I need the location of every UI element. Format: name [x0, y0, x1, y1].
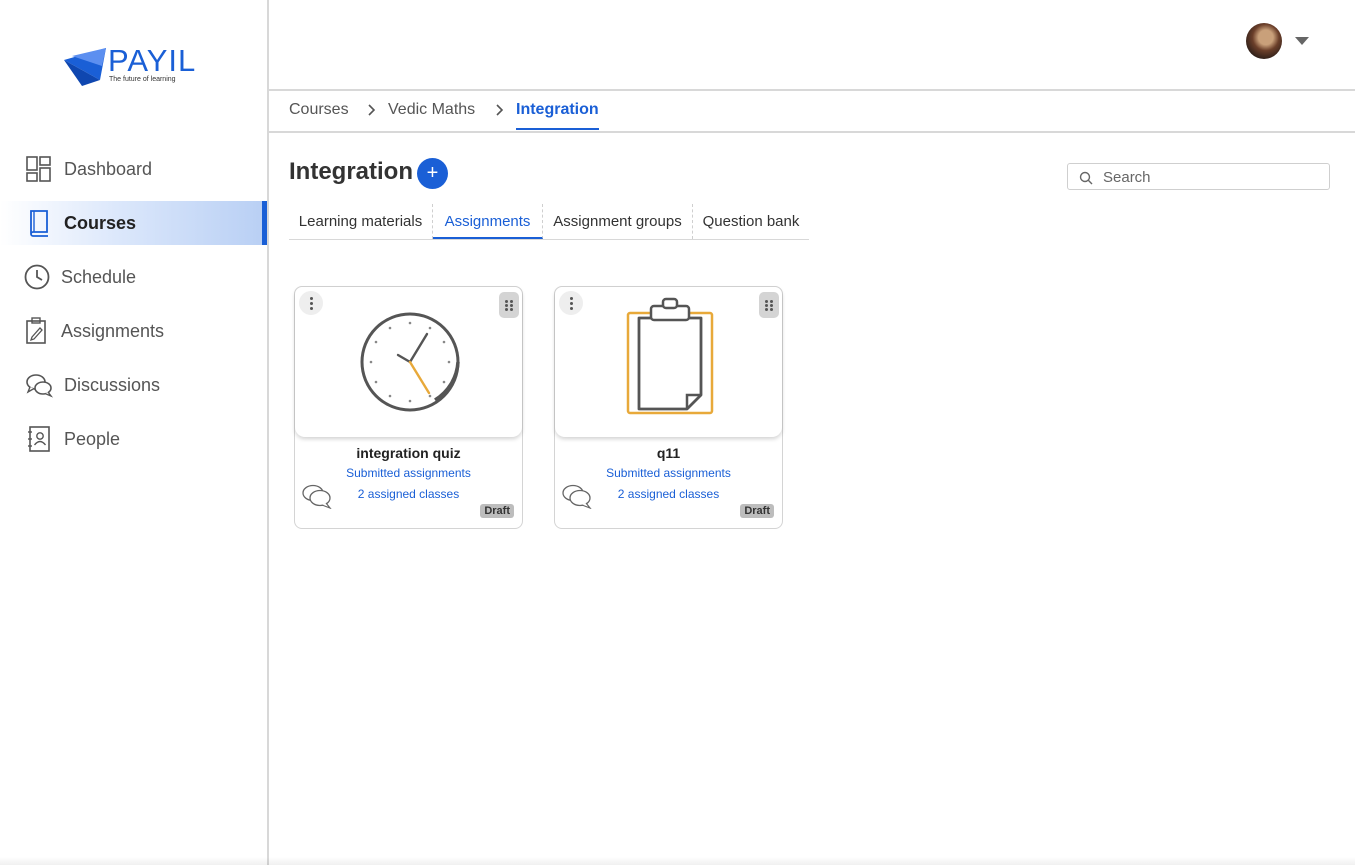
search-input[interactable]: [1101, 167, 1325, 188]
book-icon: [30, 210, 48, 237]
sidebar-item-label: Discussions: [64, 374, 161, 395]
more-options-button[interactable]: [559, 291, 583, 315]
submitted-assignments-link[interactable]: Submitted assignments: [555, 466, 782, 480]
tab-learning-materials[interactable]: Learning materials: [289, 204, 433, 239]
breadcrumb-integration[interactable]: Integration: [516, 101, 599, 130]
caret-down-icon[interactable]: [1295, 37, 1309, 45]
sidebar: PAYIL The future of learning Dashboard C…: [0, 0, 269, 865]
search-icon: [1079, 171, 1093, 185]
top-bar: [269, 0, 1355, 91]
tab-bar: Learning materials Assignments Assignmen…: [289, 204, 809, 240]
clipboard-illustration-icon: [626, 297, 714, 415]
card-title[interactable]: q11: [555, 445, 782, 461]
clock-illustration-icon: [360, 312, 460, 412]
submitted-assignments-link[interactable]: Submitted assignments: [295, 466, 522, 480]
sidebar-item-label: Courses: [64, 212, 137, 233]
status-badge: Draft: [480, 504, 514, 518]
assignment-card[interactable]: integration quiz Submitted assignments 2…: [294, 286, 523, 529]
sidebar-item-schedule[interactable]: Schedule: [0, 255, 267, 299]
drag-handle-icon[interactable]: [759, 292, 779, 318]
breadcrumb-vedic-maths[interactable]: Vedic Maths: [388, 101, 475, 119]
sidebar-item-label: Schedule: [61, 266, 137, 287]
sidebar-item-discussions[interactable]: Discussions: [0, 363, 267, 407]
drag-handle-icon[interactable]: [499, 292, 519, 318]
logo-wordmark: PAYIL: [108, 43, 197, 78]
card-title[interactable]: integration quiz: [295, 445, 522, 461]
dashboard-grid-icon: [26, 156, 51, 182]
sidebar-item-label: Assignments: [61, 320, 165, 341]
page-title: Integration: [289, 158, 413, 185]
sidebar-item-people[interactable]: People: [0, 417, 267, 461]
card-thumbnail: [295, 287, 522, 437]
window-bottom-edge: [0, 857, 1355, 865]
clock-icon: [24, 264, 50, 290]
clipboard-pencil-icon: [26, 317, 46, 344]
chevron-right-icon: [496, 104, 504, 116]
sidebar-item-courses[interactable]: Courses: [0, 201, 267, 245]
tab-assignments[interactable]: Assignments: [433, 204, 543, 239]
chevron-right-icon: [368, 104, 376, 116]
assignment-card[interactable]: q11 Submitted assignments 2 assigned cla…: [554, 286, 783, 529]
add-button[interactable]: +: [417, 158, 448, 189]
breadcrumb: Courses Vedic Maths Integration: [269, 90, 1355, 133]
sidebar-item-assignments[interactable]: Assignments: [0, 309, 267, 353]
sidebar-item-label: Dashboard: [64, 158, 153, 179]
sidebar-nav: Dashboard Courses Schedule Assignments D…: [0, 147, 267, 471]
more-options-button[interactable]: [299, 291, 323, 315]
chat-bubbles-icon[interactable]: [301, 483, 333, 509]
logo-tagline: The future of learning: [109, 76, 176, 83]
contact-book-icon: [28, 426, 50, 452]
sidebar-item-label: People: [64, 428, 121, 449]
chat-bubbles-icon[interactable]: [561, 483, 593, 509]
tab-question-bank[interactable]: Question bank: [693, 204, 809, 239]
logo-mark-icon: [64, 48, 106, 86]
user-avatar[interactable]: [1246, 23, 1282, 59]
breadcrumb-courses[interactable]: Courses: [289, 101, 349, 119]
status-badge: Draft: [740, 504, 774, 518]
chat-bubbles-icon: [26, 374, 54, 398]
card-thumbnail: [555, 287, 782, 437]
tab-assignment-groups[interactable]: Assignment groups: [543, 204, 693, 239]
sidebar-item-dashboard[interactable]: Dashboard: [0, 147, 267, 191]
payil-logo[interactable]: PAYIL The future of learning: [62, 40, 212, 90]
search-box: [1067, 163, 1330, 190]
